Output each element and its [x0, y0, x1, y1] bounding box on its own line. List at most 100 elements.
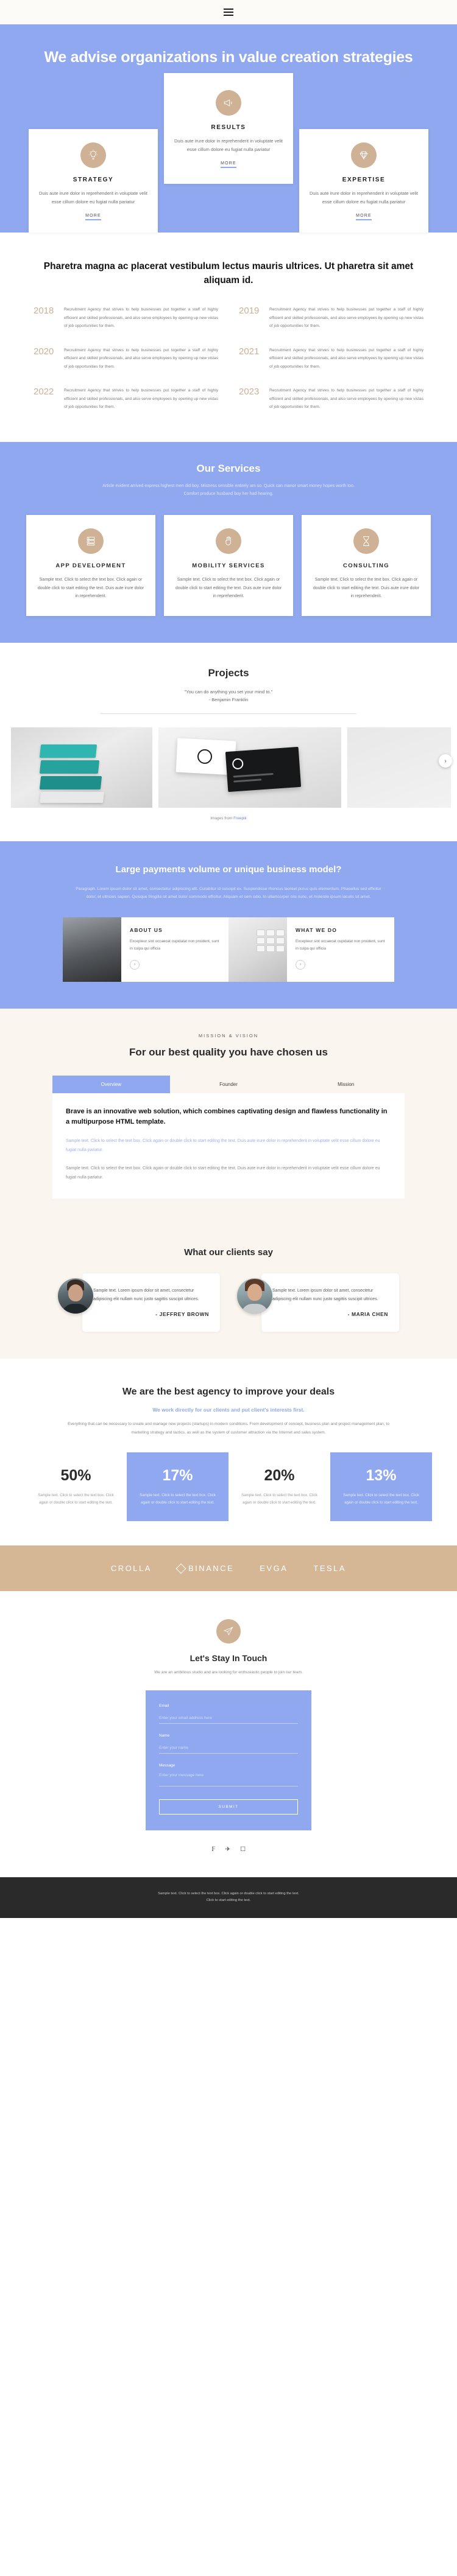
testimonials-row: Sample text. Lorem ipsum dolor sit amet,…: [0, 1258, 457, 1332]
stat-value: 20%: [264, 1466, 295, 1484]
more-link[interactable]: MORE: [356, 214, 372, 220]
email-label: Email: [159, 1703, 169, 1708]
stat-text: Sample text. Click to select the text bo…: [241, 1493, 317, 1505]
hero-card-expertise[interactable]: EXPERTISE Duis aute irure dolor in repre…: [299, 128, 428, 233]
instagram-icon[interactable]: ☐: [240, 1846, 246, 1853]
facebook-icon[interactable]: 𝔽: [211, 1846, 216, 1853]
timeline-text: Recruitment Agency that strives to help …: [64, 388, 218, 410]
projects-carousel[interactable]: ›: [0, 714, 457, 808]
timeline-year: 2018: [34, 306, 54, 316]
hero-card-text: Duis aute irure dolor in reprehenderit i…: [309, 190, 418, 205]
timeline-year: 2020: [34, 346, 54, 357]
tab-overview[interactable]: Overview: [52, 1076, 170, 1093]
contact-title: Let's Stay In Touch: [190, 1653, 267, 1663]
logo-label: EVGA: [260, 1564, 288, 1573]
lightbulb-icon: [80, 142, 106, 168]
testimonials-section: What our clients say Sample text. Lorem …: [0, 1226, 457, 1359]
testimonial-text: Sample text. Lorem ipsum dolor sit amet,…: [93, 1288, 199, 1301]
service-card-app-development[interactable]: APP DEVELOPMENT Sample text. Click to se…: [26, 515, 155, 617]
name-input[interactable]: [159, 1743, 298, 1754]
what-we-do-box[interactable]: WHAT WE DO Excepteur sint occaecat cupid…: [287, 917, 394, 982]
project-slide-books[interactable]: [11, 727, 152, 808]
quote-author: - Benjamin Franklin: [208, 697, 249, 703]
more-link[interactable]: MORE: [85, 214, 101, 220]
twitter-icon[interactable]: ✈: [225, 1846, 230, 1853]
about-us-text: Excepteur sint occaecat cupidatat non pr…: [130, 939, 219, 951]
logo-tesla: TESLA: [313, 1564, 346, 1573]
service-card-title: CONSULTING: [342, 562, 390, 570]
about-us-arrow-icon[interactable]: ›: [130, 959, 140, 970]
about-us-box[interactable]: ABOUT US Excepteur sint occaecat cupidat…: [121, 917, 228, 982]
service-card-title: MOBILITY SERVICES: [192, 562, 265, 570]
tab-founder[interactable]: Founder: [170, 1076, 288, 1093]
timeline-year: 2023: [239, 387, 260, 397]
footer: Sample text. Click to select the text bo…: [0, 1877, 457, 1918]
service-card-text: Sample text. Click to select the text bo…: [175, 578, 282, 598]
credit-prefix: Images from: [210, 816, 234, 821]
more-link[interactable]: MORE: [221, 161, 236, 168]
service-card-consulting[interactable]: CONSULTING Sample text. Click to select …: [302, 515, 431, 617]
hero-title: We advise organizations in value creatio…: [44, 49, 413, 66]
hero-card-text: Duis aute irure dolor in reprehenderit i…: [174, 138, 283, 152]
contact-form[interactable]: Email Name Message SUBMIT: [146, 1690, 311, 1830]
hero-card-title: RESULTS: [211, 124, 246, 131]
stat-text: Sample text. Click to select the text bo…: [140, 1493, 216, 1505]
logo-evga: EVGA: [260, 1564, 288, 1573]
what-we-do-arrow-icon[interactable]: ›: [296, 959, 305, 970]
services-title: Our Services: [196, 462, 261, 474]
stat-cell: 50% Sample text. Click to select the tex…: [25, 1452, 127, 1521]
message-input[interactable]: [159, 1770, 298, 1787]
carousel-next-arrow-icon[interactable]: ›: [439, 754, 452, 768]
credit-link[interactable]: Freepik: [233, 816, 247, 821]
logo-band: CROLLA BINANCE EVGA TESLA: [0, 1545, 457, 1591]
service-card-mobility-services[interactable]: MOBILITY SERVICES Sample text. Click to …: [164, 515, 293, 617]
keyboard-image: [257, 929, 285, 953]
diamond-mark-icon: [175, 1563, 186, 1573]
footer-text: Sample text. Click to select the text bo…: [0, 1891, 457, 1905]
stat-cell: 20% Sample text. Click to select the tex…: [228, 1452, 330, 1521]
testimonial-card: Sample text. Lorem ipsum dolor sit amet,…: [237, 1273, 399, 1332]
project-slide-next[interactable]: [347, 727, 451, 808]
timeline-item: 2019 Recruitment Agency that strives to …: [239, 306, 423, 331]
social-links: 𝔽 ✈ ☐: [0, 1830, 457, 1853]
stats-section: We are the best agency to improve your d…: [0, 1358, 457, 1545]
hero-card-strategy[interactable]: STRATEGY Duis aute irure dolor in repreh…: [29, 128, 158, 233]
quote-text: "You can do anything you set your mind t…: [184, 689, 273, 695]
book-stack-image: [39, 744, 104, 805]
email-input[interactable]: [159, 1713, 298, 1724]
timeline-text: Recruitment Agency that strives to help …: [269, 348, 423, 369]
logo-label: BINANCE: [188, 1564, 235, 1573]
timeline-item: 2022 Recruitment Agency that strives to …: [34, 387, 218, 411]
projects-quote: "You can do anything you set your mind t…: [0, 689, 457, 702]
stat-value: 17%: [162, 1466, 193, 1484]
stats-lead: We work directly for our clients and put…: [152, 1407, 305, 1413]
avatar-jeffrey: [58, 1278, 93, 1314]
what-we-do-title: WHAT WE DO: [296, 927, 338, 934]
services-section: Our Services Article evident arrived exp…: [0, 441, 457, 643]
hero-card-results[interactable]: RESULTS Duis aute irure dolor in reprehe…: [164, 72, 293, 184]
stat-value: 50%: [60, 1466, 91, 1484]
timeline-item: 2018 Recruitment Agency that strives to …: [34, 306, 218, 331]
testimonial-name: - JEFFREY BROWN: [155, 1311, 209, 1317]
submit-button[interactable]: SUBMIT: [159, 1799, 298, 1815]
projects-title: Projects: [208, 667, 249, 679]
server-icon: [78, 528, 104, 555]
testimonial-text: Sample text. Lorem ipsum dolor sit amet,…: [272, 1288, 378, 1301]
business-card-dark-image: [225, 747, 302, 793]
hero-card-row: STRATEGY Duis aute irure dolor in repreh…: [0, 68, 457, 233]
timeline-section: Pharetra magna ac placerat vestibulum le…: [0, 232, 457, 442]
testimonial-card: Sample text. Lorem ipsum dolor sit amet,…: [58, 1273, 220, 1332]
message-field-group: Message: [159, 1763, 298, 1790]
timeline-text: Recruitment Agency that strives to help …: [64, 307, 218, 329]
timeline-text: Recruitment Agency that strives to help …: [64, 348, 218, 369]
menu-toggle-icon[interactable]: [224, 9, 233, 16]
avatar-maria: [237, 1278, 272, 1314]
tab-mission[interactable]: Mission: [287, 1076, 405, 1093]
testimonial-body: Sample text. Lorem ipsum dolor sit amet,…: [82, 1273, 220, 1332]
mission-tabs: Overview Founder Mission: [52, 1076, 405, 1093]
stats-description: Everything that can be necessary to crea…: [68, 1422, 389, 1435]
panel-paragraph-1: Sample text. Click to select the text bo…: [66, 1139, 380, 1152]
project-slide-business-cards[interactable]: [158, 727, 341, 808]
logo-crolla: CROLLA: [111, 1564, 152, 1573]
stat-value: 13%: [366, 1466, 397, 1484]
